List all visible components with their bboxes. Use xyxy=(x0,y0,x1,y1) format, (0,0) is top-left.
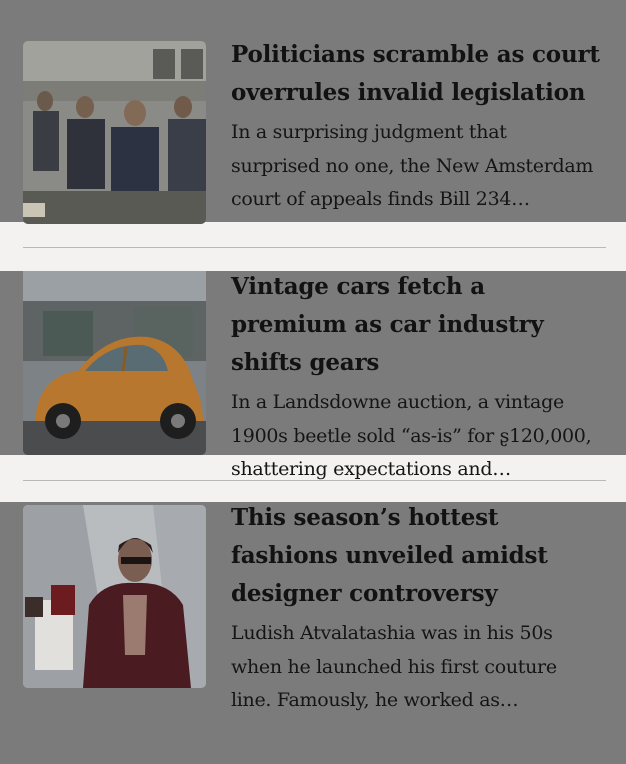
article-text: Politicians scramble as court overrules … xyxy=(231,36,601,217)
article-card[interactable]: This season’s hottest fashions unveiled … xyxy=(0,502,626,764)
meeting-photo[interactable] xyxy=(23,41,206,224)
divider xyxy=(23,247,606,248)
divider xyxy=(23,480,606,481)
news-feed: Politicians scramble as court overrules … xyxy=(0,0,626,764)
article-card[interactable]: Vintage cars fetch a premium as car indu… xyxy=(0,271,626,480)
article-headline[interactable]: This season’s hottest fashions unveiled … xyxy=(231,499,601,613)
article-headline[interactable]: Vintage cars fetch a premium as car indu… xyxy=(231,268,601,382)
article-text: This season’s hottest fashions unveiled … xyxy=(231,502,601,718)
fashion-photo[interactable] xyxy=(23,505,206,688)
article-excerpt: In a surprising judgment that surprised … xyxy=(231,121,594,210)
article-excerpt: In a Landsdowne auction, a vintage 1900s… xyxy=(231,391,592,480)
article-card[interactable]: Politicians scramble as court overrules … xyxy=(0,0,626,224)
article-excerpt: Ludish Atvalatashia was in his 50s when … xyxy=(231,622,557,711)
article-headline[interactable]: Politicians scramble as court overrules … xyxy=(231,36,601,112)
article-text: Vintage cars fetch a premium as car indu… xyxy=(231,271,601,487)
vintage-car-photo[interactable] xyxy=(23,271,206,455)
